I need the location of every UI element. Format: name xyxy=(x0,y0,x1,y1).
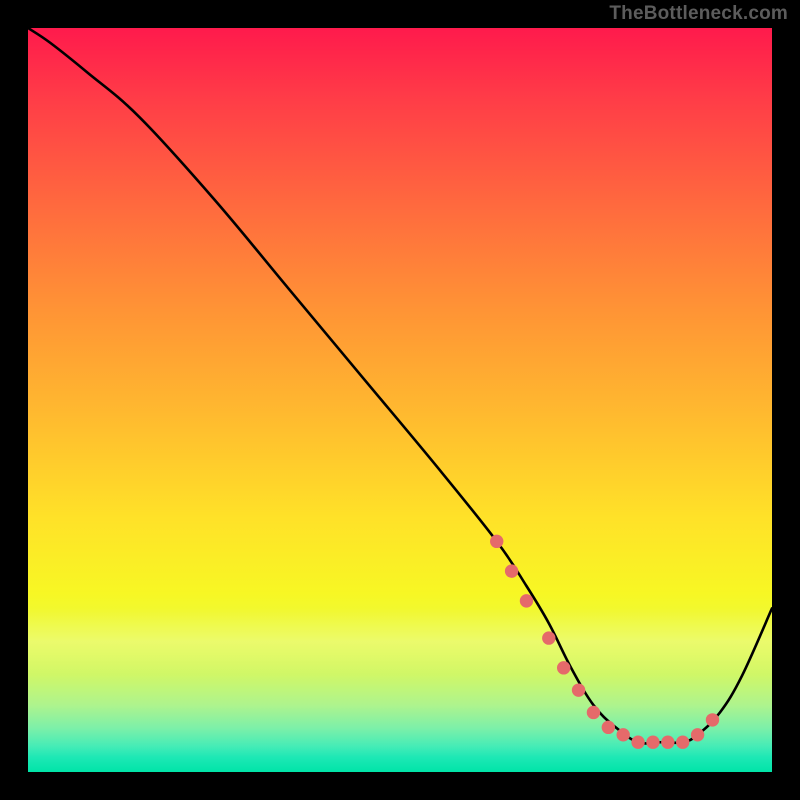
marker-point xyxy=(542,631,555,644)
plot-area xyxy=(28,28,772,772)
marker-point xyxy=(602,721,615,734)
marker-point xyxy=(661,736,674,749)
marker-point xyxy=(490,535,503,548)
chart-frame: TheBottleneck.com xyxy=(0,0,800,800)
marker-point xyxy=(676,736,689,749)
marker-point xyxy=(587,706,600,719)
marker-point xyxy=(706,713,719,726)
marker-point xyxy=(617,728,630,741)
marker-point xyxy=(520,594,533,607)
marker-point xyxy=(505,564,518,577)
marker-point xyxy=(557,661,570,674)
chart-svg xyxy=(28,28,772,772)
marker-point xyxy=(572,683,585,696)
marker-point xyxy=(646,736,659,749)
watermark-text: TheBottleneck.com xyxy=(609,4,788,23)
marker-point xyxy=(631,736,644,749)
marker-point xyxy=(691,728,704,741)
bottleneck-curve xyxy=(28,28,772,743)
